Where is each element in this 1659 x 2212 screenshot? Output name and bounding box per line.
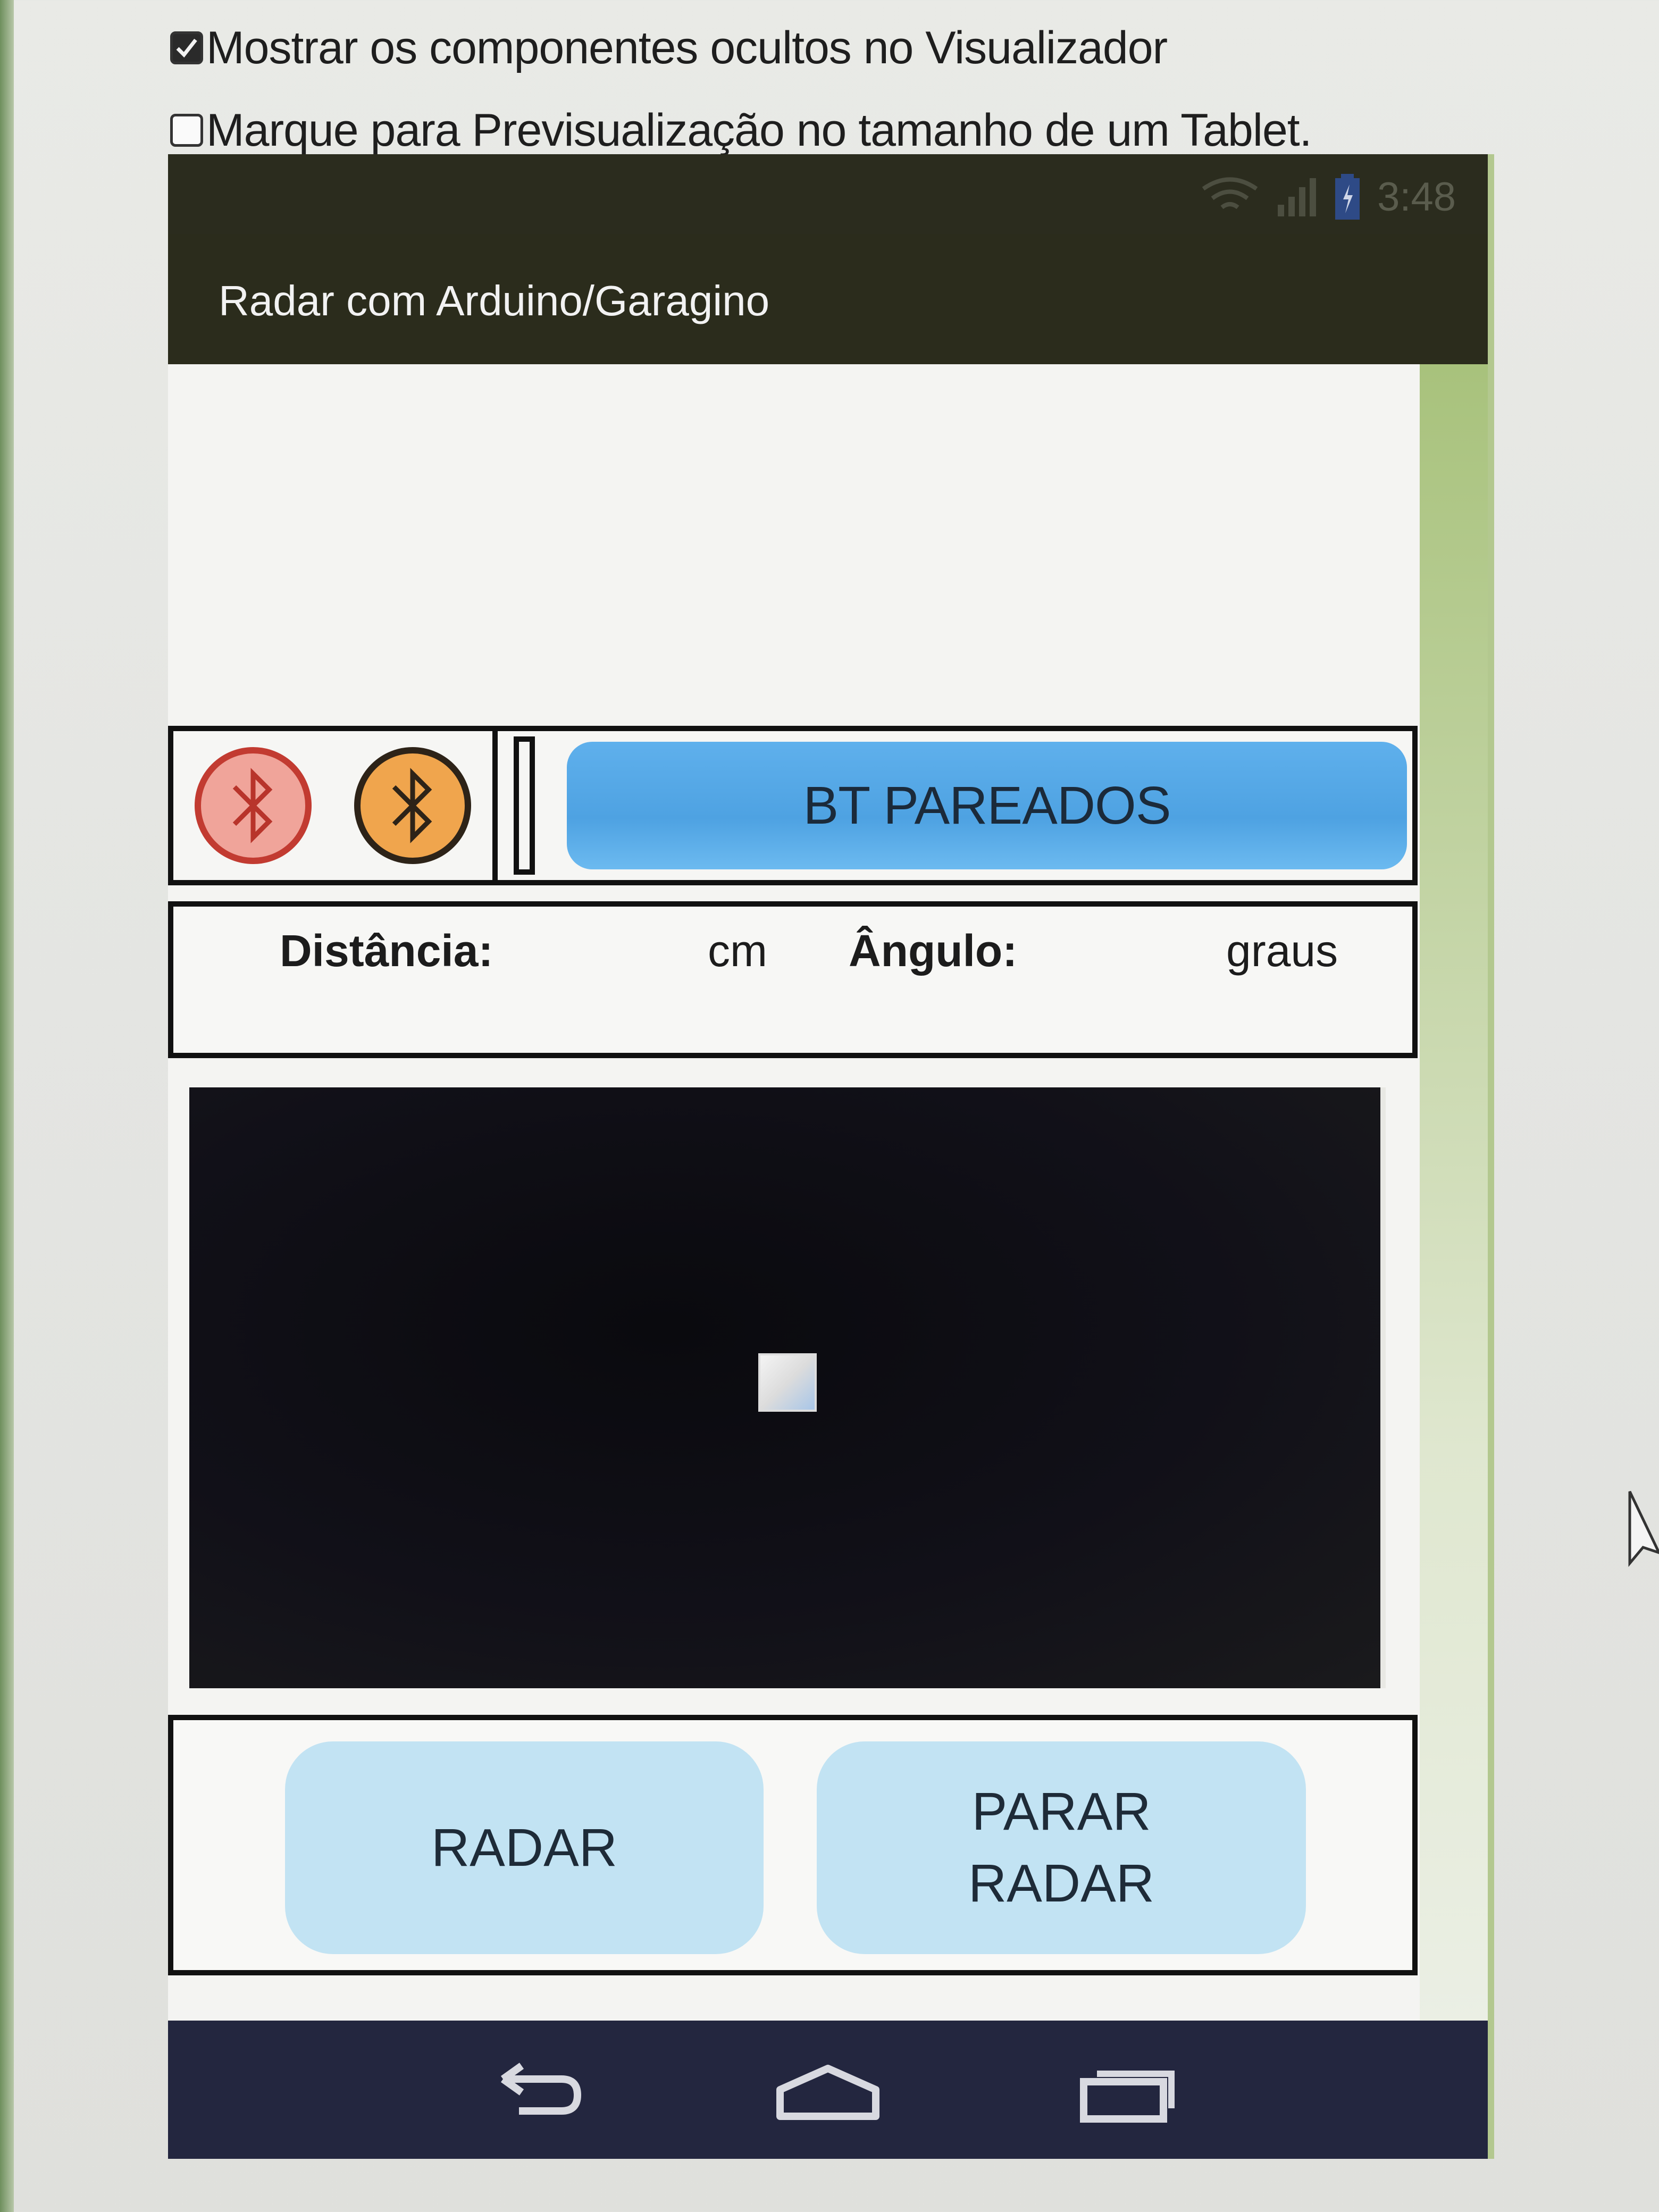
phone-preview: 3:48 Radar com Arduino/Garagino BT PAREA… xyxy=(168,154,1494,2159)
bluetooth-connected-icon[interactable] xyxy=(354,747,471,864)
wifi-icon xyxy=(1202,177,1258,210)
distance-unit: cm xyxy=(708,926,767,976)
back-icon[interactable] xyxy=(471,2058,588,2127)
recent-apps-icon[interactable] xyxy=(1068,2058,1185,2127)
bluetooth-icons xyxy=(173,731,498,880)
angle-unit: graus xyxy=(1226,926,1338,976)
status-icons: 3:48 xyxy=(1201,173,1456,221)
checkmark-icon xyxy=(176,38,197,58)
signal-icon xyxy=(1278,178,1317,216)
radar-stop-label: PARAR RADAR xyxy=(968,1782,1155,1913)
bluetooth-row: BT PAREADOS xyxy=(168,726,1418,885)
status-time: 3:48 xyxy=(1377,174,1456,220)
monitor-edge xyxy=(0,0,14,2212)
tablet-preview-checkbox[interactable] xyxy=(170,114,203,147)
tablet-preview-label: Marque para Previsualização no tamanho d… xyxy=(206,104,1312,156)
bluetooth-disconnected-icon[interactable] xyxy=(195,747,312,864)
list-picker-placeholder[interactable] xyxy=(514,736,535,875)
show-hidden-components-row[interactable]: Mostrar os componentes ocultos no Visual… xyxy=(170,16,1168,80)
status-bar: 3:48 xyxy=(168,154,1488,234)
image-placeholder-icon xyxy=(758,1353,817,1412)
radar-stop-button[interactable]: PARAR RADAR xyxy=(817,1741,1306,1954)
radar-buttons-row: RADAR PARAR RADAR xyxy=(168,1715,1418,1975)
show-hidden-label: Mostrar os componentes ocultos no Visual… xyxy=(206,22,1168,73)
angle-label: Ângulo: xyxy=(849,926,1018,976)
show-hidden-checkbox[interactable] xyxy=(170,31,203,64)
radar-start-button[interactable]: RADAR xyxy=(285,1741,764,1954)
bluetooth-symbol-icon xyxy=(392,768,432,843)
readout-row: Distância: cm Ângulo: graus xyxy=(168,901,1418,1058)
app-bar: Radar com Arduino/Garagino xyxy=(168,234,1488,364)
distance-label: Distância: xyxy=(280,926,493,976)
screen-content: BT PAREADOS Distância: cm Ângulo: graus … xyxy=(168,364,1420,2159)
mouse-cursor-icon xyxy=(1628,1490,1659,1567)
bt-paired-button[interactable]: BT PAREADOS xyxy=(567,742,1407,869)
tablet-preview-row[interactable]: Marque para Previsualização no tamanho d… xyxy=(170,98,1312,162)
scrollbar[interactable] xyxy=(1413,364,1488,2159)
battery-icon xyxy=(1335,174,1360,220)
bluetooth-symbol-icon xyxy=(232,768,273,843)
navigation-bar xyxy=(168,2021,1488,2159)
home-icon[interactable] xyxy=(769,2058,886,2127)
radar-canvas[interactable] xyxy=(189,1087,1386,1688)
app-title: Radar com Arduino/Garagino xyxy=(219,277,770,324)
